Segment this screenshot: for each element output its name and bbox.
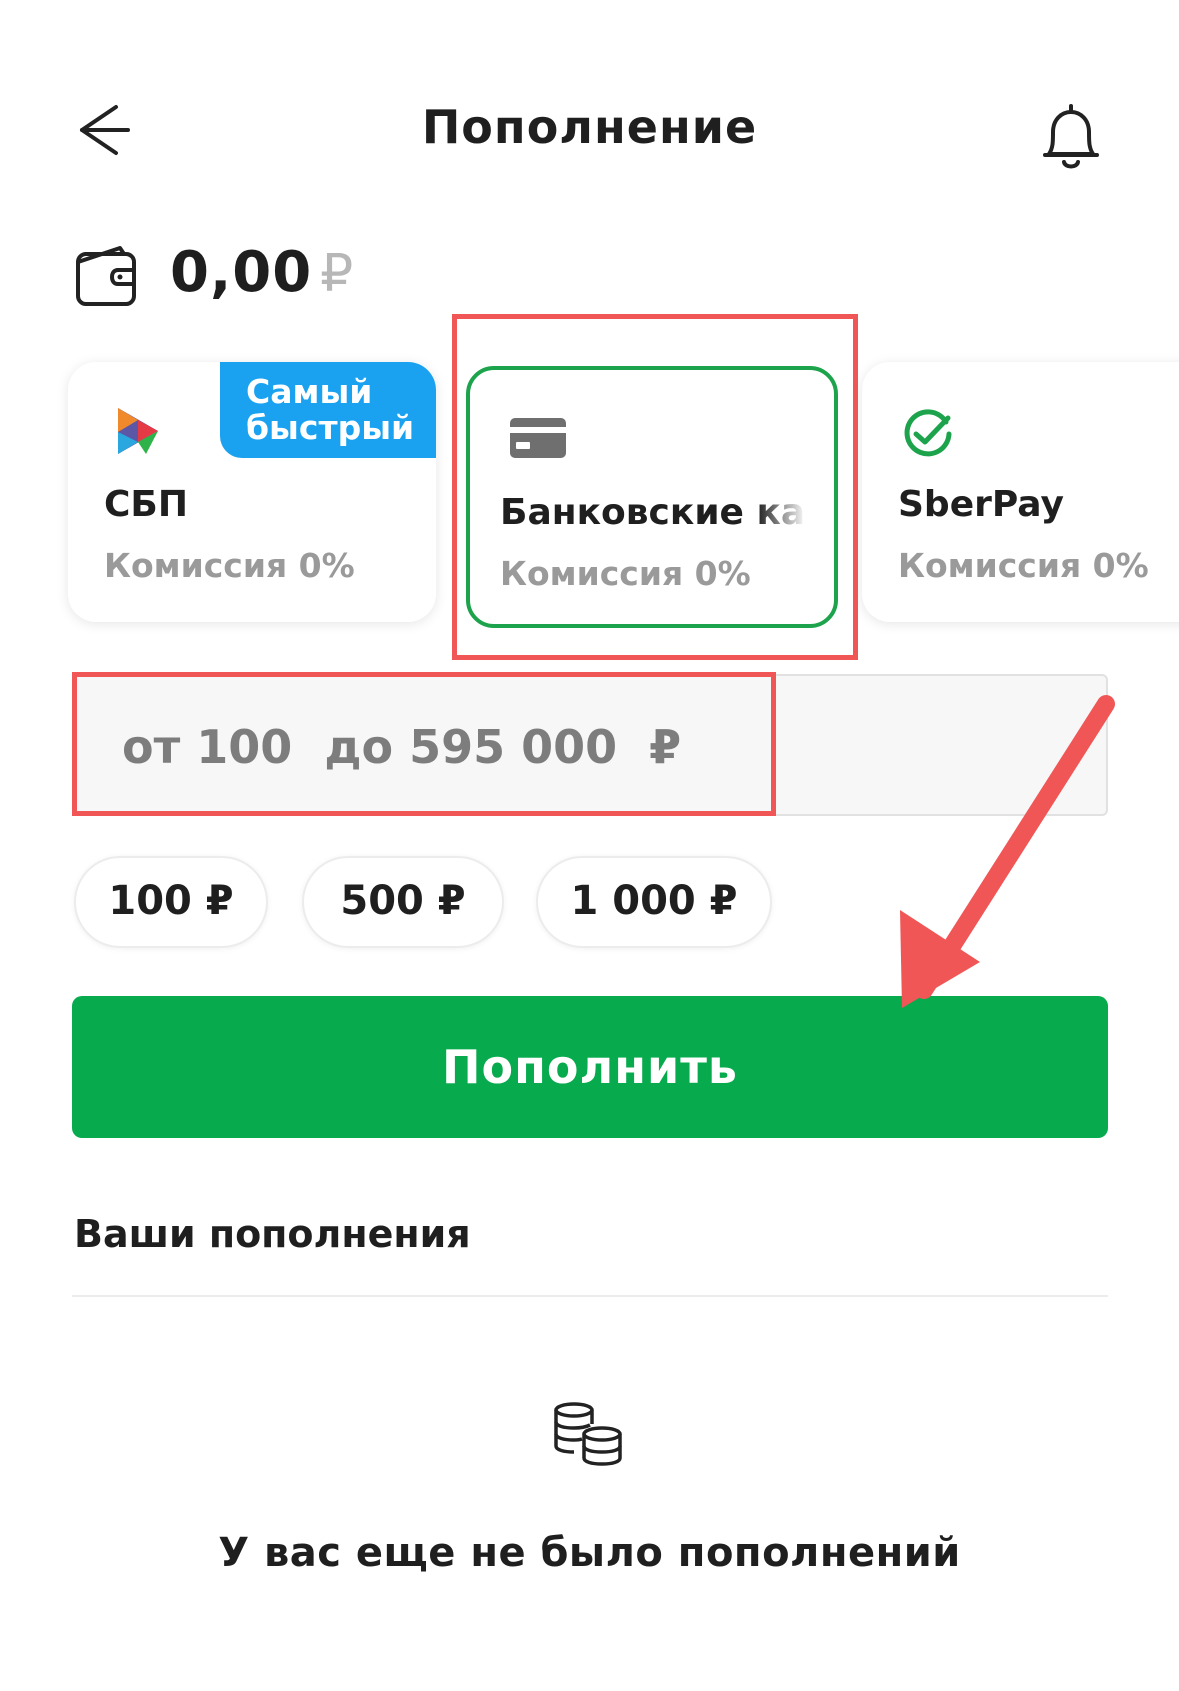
page-title: Пополнение <box>421 100 758 154</box>
balance-currency: ₽ <box>320 244 355 304</box>
bank-card-commission: Комиссия 0% <box>500 554 751 593</box>
annotation-arrow <box>900 695 1115 1008</box>
quick-amount-100[interactable]: 100 ₽ <box>74 856 268 948</box>
sberpay-commission: Комиссия 0% <box>898 546 1149 585</box>
payment-method-bank-card[interactable]: Банковские карты Комиссия 0% <box>466 366 838 628</box>
balance-display: 0,00 ₽ <box>170 240 354 305</box>
bell-icon <box>1043 104 1099 169</box>
notifications-button[interactable] <box>1035 98 1107 176</box>
wallet-icon <box>74 242 142 310</box>
sbp-commission: Комиссия 0% <box>104 546 355 585</box>
credit-card-icon <box>510 418 566 458</box>
sbp-title: СБП <box>104 484 188 525</box>
quick-amount-500[interactable]: 500 ₽ <box>302 856 504 948</box>
bank-card-title: Банковские карты <box>500 492 806 533</box>
quick-amount-1000[interactable]: 1 000 ₽ <box>536 856 772 948</box>
sberpay-check-icon <box>904 409 952 457</box>
divider <box>72 1295 1108 1297</box>
history-title: Ваши пополнения <box>74 1212 471 1256</box>
fastest-badge: Самый быстрый <box>220 362 436 458</box>
payment-method-sberpay[interactable]: SberPay Комиссия 0% <box>862 362 1179 622</box>
balance-amount: 0,00 <box>170 240 313 305</box>
sbp-logo-icon <box>118 408 158 454</box>
payment-method-sbp[interactable]: Самый быстрый СБП Комиссия 0% <box>68 362 436 622</box>
coins-stack-icon <box>552 1402 626 1468</box>
empty-state-text: У вас еще не было пополнений <box>218 1530 961 1576</box>
sberpay-title: SberPay <box>898 484 1064 525</box>
